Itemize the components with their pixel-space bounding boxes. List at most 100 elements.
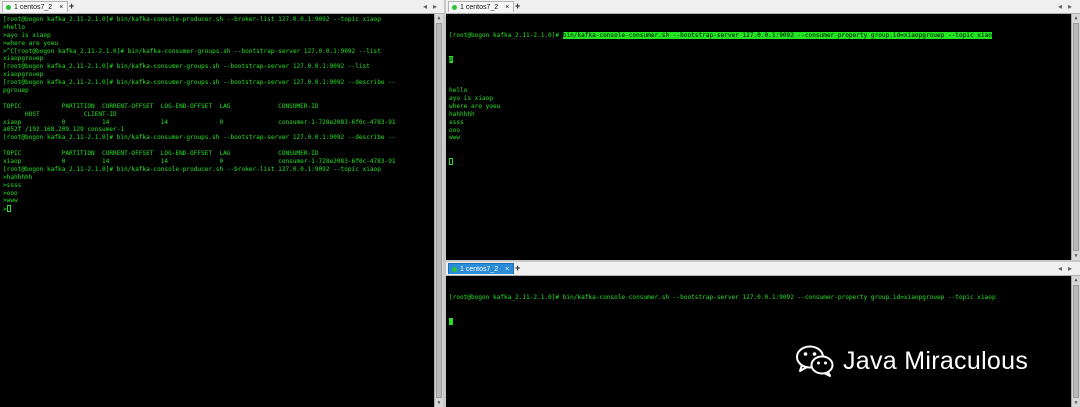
tab-scroll-right-icon[interactable]: ▸ xyxy=(1068,1,1072,12)
terminal-line: > xyxy=(3,205,433,213)
connection-status-icon xyxy=(452,266,457,272)
new-tab-icon[interactable]: + xyxy=(69,1,74,12)
tab-scroll-right-icon[interactable]: ▸ xyxy=(1068,263,1072,274)
close-tab-icon[interactable]: × xyxy=(505,4,509,11)
terminal-line: >where are yoeu xyxy=(3,40,433,48)
terminal-line: xiaopgrouep xyxy=(3,71,433,79)
scrollbar-thumb[interactable] xyxy=(1073,285,1079,398)
terminal-line-text: xiaop 0 14 14 0 consumer-1-728e2083-6f0c… xyxy=(3,158,396,166)
terminal-line: [root@bogon kafka_2.11-2.1.0]# bin/kafka… xyxy=(3,166,433,174)
terminal-line: >ooo xyxy=(3,190,433,198)
terminal-line-text: >www xyxy=(3,197,18,205)
terminal-line-text: >ssss xyxy=(3,181,22,189)
new-tab-icon[interactable]: + xyxy=(515,1,520,12)
shell-prompt: [root@bogon kafka_2.11-2.1.0]# xyxy=(449,31,563,39)
terminal-line: >ssss xyxy=(3,182,433,190)
consumer-command: bin/kafka-console-consumer.sh --bootstra… xyxy=(562,31,992,39)
terminal-line-text: ooo xyxy=(449,126,461,134)
terminal-line: [root@bogon kafka_2.11-2.1.0]# bin/kafka… xyxy=(3,79,433,87)
left-scrollbar[interactable]: ▲ ▼ xyxy=(434,14,443,407)
terminal-line: hahhhhh xyxy=(449,111,1070,119)
right-top-terminal-output: [root@bogon kafka_2.11-2.1.0]# bin/kafka… xyxy=(449,16,1070,182)
scroll-up-icon[interactable]: ▲ xyxy=(1072,14,1080,22)
terminal-line-text: where are yoeu xyxy=(449,102,501,110)
tab-scroll-right-icon[interactable]: ▸ xyxy=(433,1,437,12)
scrollbar-thumb[interactable] xyxy=(1073,23,1079,251)
terminal-line: >ayo is xiaop xyxy=(3,32,433,40)
terminal-cursor xyxy=(6,205,11,213)
right-top-scrollbar[interactable]: ▲ ▼ xyxy=(1071,14,1080,260)
connection-status-icon xyxy=(452,4,457,10)
watermark: Java Miraculous xyxy=(795,344,1028,378)
terminal-line: HOST CLIENT-ID xyxy=(3,111,433,119)
tab-scroll-left-icon[interactable]: ◂ xyxy=(423,1,427,12)
left-terminal-pane[interactable]: [root@bogon kafka_2.11-2.1.0]# bin/kafka… xyxy=(0,14,443,407)
left-terminal-output: [root@bogon kafka_2.11-2.1.0]# bin/kafka… xyxy=(3,16,433,213)
scroll-up-icon[interactable]: ▲ xyxy=(435,14,443,22)
terminal-line-text: >^C[root@bogon kafka_2.11-2.1.0]# bin/ka… xyxy=(3,47,381,55)
tab-centos7-2-left[interactable]: 1 centos7_2 × xyxy=(2,1,69,12)
terminal-line: xiaop 0 14 14 0 consumer-1-728e2083-6f0c… xyxy=(3,158,433,166)
tab-scroll-left-icon[interactable]: ◂ xyxy=(1058,1,1062,12)
right-bottom-terminal-pane[interactable]: [root@bogon kafka_2.11-2.1.0]# bin/kafka… xyxy=(446,276,1080,407)
scroll-down-icon[interactable]: ▼ xyxy=(1072,399,1080,407)
terminal-line: >hahhhhh xyxy=(3,174,433,182)
terminal-line-text: ayo is xiaop xyxy=(449,95,494,102)
terminal-line-text: xiaopgrouep xyxy=(3,71,44,79)
right-bottom-terminal-output: [root@bogon kafka_2.11-2.1.0]# bin/kafka… xyxy=(449,278,1070,341)
terminal-cursor xyxy=(449,317,453,325)
terminal-line: [root@bogon kafka_2.11-2.1.0]# bin/kafka… xyxy=(3,134,433,142)
terminal-line-text: a052f /192.168.209.129 consumer-1 xyxy=(3,126,125,134)
terminal-line: ayo is xiaop xyxy=(449,95,1070,103)
terminal-line-text: hahhhhh xyxy=(449,110,475,118)
terminal-line-text: [root@bogon kafka_2.11-2.1.0]# bin/kafka… xyxy=(3,165,381,173)
left-tab-bar: 1 centos7_2 × + ◂ ▸ xyxy=(0,0,444,14)
terminal-line: TOPIC PARTITION CURRENT-OFFSET LOG-END-O… xyxy=(3,103,433,111)
terminal-line: xiaop 0 14 14 0 consumer-1-728e2083-6f0c… xyxy=(3,119,433,127)
watermark-text: Java Miraculous xyxy=(843,346,1029,375)
terminal-line: TOPIC PARTITION CURRENT-OFFSET LOG-END-O… xyxy=(3,150,433,158)
tab-scroll-left-icon[interactable]: ◂ xyxy=(1058,263,1062,274)
terminal-line: [root@bogon kafka_2.11-2.1.0]# bin/kafka… xyxy=(3,16,433,24)
terminal-line-text: >ooo xyxy=(3,189,18,197)
tab-centos7-2-right-bottom[interactable]: 1 centos7_2 × xyxy=(448,263,515,274)
close-tab-icon[interactable]: × xyxy=(59,4,63,11)
scroll-down-icon[interactable]: ▼ xyxy=(1072,252,1080,260)
new-tab-icon[interactable]: + xyxy=(515,263,520,274)
terminal-line: a052f /192.168.209.129 consumer-1 xyxy=(3,126,433,134)
terminal-line-text: hello xyxy=(449,87,468,95)
terminal-line-text: xiaopgrouep xyxy=(3,55,44,63)
terminal-line-text: HOST CLIENT-ID xyxy=(3,110,117,118)
consumer-command-wrap: p xyxy=(449,55,453,63)
right-bottom-scrollbar[interactable]: ▲ ▼ xyxy=(1071,276,1080,407)
terminal-line-text: >where are yoeu xyxy=(3,39,59,47)
terminal-cursor xyxy=(449,158,453,166)
connection-status-icon xyxy=(6,4,11,10)
terminal-line-text: >ayo is xiaop xyxy=(3,31,51,39)
terminal-line-text: pgrouep xyxy=(3,87,29,95)
scroll-up-icon[interactable]: ▲ xyxy=(1072,276,1080,284)
terminal-line-text: ssss xyxy=(449,118,464,126)
terminal-line: >hello xyxy=(3,24,433,32)
tab-label: 1 centos7_2 xyxy=(460,3,499,11)
terminal-line-text: [root@bogon kafka_2.11-2.1.0]# bin/kafka… xyxy=(3,134,396,142)
right-top-tab-bar: 1 centos7_2 × + ◂ ▸ xyxy=(446,0,1080,14)
terminal-line-text: [root@bogon kafka_2.11-2.1.0]# bin/kafka… xyxy=(449,293,996,301)
right-top-terminal-pane[interactable]: [root@bogon kafka_2.11-2.1.0]# bin/kafka… xyxy=(446,14,1080,260)
terminal-line: where are yoeu xyxy=(449,103,1070,111)
terminal-line: xiaopgrouep xyxy=(3,55,433,63)
close-tab-icon[interactable]: × xyxy=(505,266,509,273)
scrollbar-thumb[interactable] xyxy=(436,23,442,398)
terminal-line: >^C[root@bogon kafka_2.11-2.1.0]# bin/ka… xyxy=(3,48,433,56)
terminal-line-text: www xyxy=(449,134,461,142)
scroll-down-icon[interactable]: ▼ xyxy=(435,399,443,407)
terminal-line-text: [root@bogon kafka_2.11-2.1.0]# bin/kafka… xyxy=(3,16,381,23)
right-bottom-tab-bar: 1 centos7_2 × + ◂ ▸ xyxy=(446,262,1080,276)
terminal-line: pgrouep xyxy=(3,87,433,95)
terminal-line: ssss xyxy=(449,119,1070,127)
tab-centos7-2-right-top[interactable]: 1 centos7_2 × xyxy=(448,1,515,12)
terminal-line: [root@bogon kafka_2.11-2.1.0]# bin/kafka… xyxy=(449,294,1070,302)
terminal-line-text: >hahhhhh xyxy=(3,173,33,181)
